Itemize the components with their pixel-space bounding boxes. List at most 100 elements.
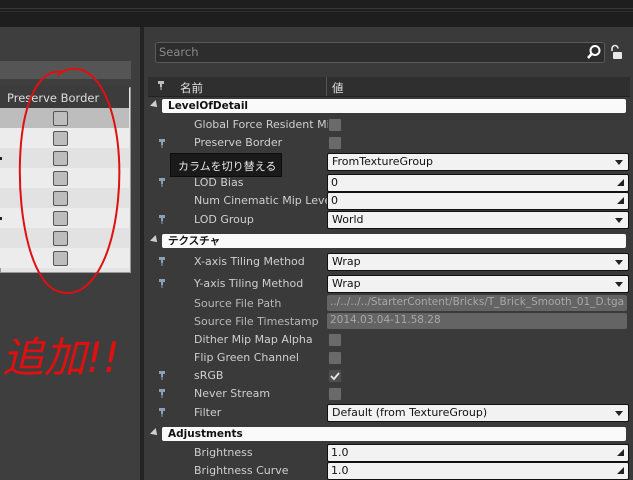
category-label: LevelOfDetail [168, 100, 249, 112]
dropdown-value: World [332, 213, 364, 226]
lod-bias-input[interactable]: 0 [327, 174, 629, 192]
table-row[interactable] [0, 188, 129, 209]
prop-never-stream: Never Stream [194, 387, 271, 400]
table-row[interactable] [0, 108, 129, 129]
tooltip-text: カラムを切り替える [178, 160, 277, 173]
prop-srgb: sRGB [194, 369, 224, 382]
y-tiling-dropdown[interactable]: Wrap [327, 275, 629, 293]
never-stream-checkbox[interactable] [328, 387, 342, 401]
prop-lod-group: LOD Group [194, 213, 254, 226]
drag-handle-icon[interactable] [616, 466, 625, 475]
mip-gen-settings-dropdown[interactable]: FromTextureGroup [327, 153, 629, 171]
preserve-border-checkbox[interactable] [53, 151, 68, 166]
pin-icon[interactable] [158, 278, 166, 288]
dropdown-value: Default (from TextureGroup) [332, 406, 488, 419]
preserve-border-checkbox[interactable] [53, 111, 68, 126]
chevron-down-icon [615, 160, 623, 165]
prop-brightness: Brightness [194, 446, 253, 459]
preserve-border-checkbox[interactable] [53, 131, 68, 146]
prop-lod-bias: LOD Bias [194, 176, 244, 189]
dropdown-value: FromTextureGroup [332, 155, 434, 168]
num-cinematic-mip-levels-input[interactable]: 0 [327, 192, 629, 210]
prop-flip-green-channel: Flip Green Channel [194, 351, 299, 364]
toggle-columns-tooltip: カラムを切り替える [170, 153, 282, 177]
prop-preserve-border: Preserve Border [194, 136, 283, 149]
flip-green-channel-checkbox[interactable] [328, 351, 342, 365]
pin-icon[interactable] [157, 80, 165, 90]
prop-y-axis-tiling-method: Y-axis Tiling Method [194, 277, 304, 290]
prop-source-file-path: Source File Path [194, 297, 282, 310]
property-column-header [148, 77, 630, 97]
dither-mip-map-alpha-checkbox[interactable] [328, 333, 342, 347]
global-force-resident-mip-checkbox[interactable] [328, 118, 342, 132]
table-row[interactable] [0, 208, 129, 229]
texture-list-rows [0, 108, 129, 271]
lod-group-dropdown[interactable]: World [327, 211, 629, 229]
prop-brightness-curve: Brightness Curve [194, 464, 289, 477]
collapse-arrow-icon[interactable] [150, 428, 160, 438]
checkmark-icon [330, 372, 340, 381]
number-value: 1.0 [331, 446, 349, 459]
category-level-of-detail[interactable]: LevelOfDetail [150, 99, 628, 113]
preserve-border-checkbox[interactable] [53, 251, 68, 266]
readonly-value: 2014.03.04-11.58.28 [330, 314, 441, 326]
column-header-preserve-border[interactable]: Preserve Border [0, 87, 129, 109]
table-row[interactable] [0, 168, 129, 189]
table-row[interactable] [0, 128, 129, 149]
pin-icon[interactable] [158, 407, 166, 417]
pin-icon[interactable] [158, 214, 166, 224]
column-value-header[interactable]: 値 [332, 80, 344, 96]
search-box[interactable] [155, 42, 605, 63]
prop-global-force-resident-mip: Global Force Resident Mip [194, 118, 337, 131]
preserve-border-checkbox[interactable] [53, 231, 68, 246]
table-row[interactable] [0, 148, 129, 169]
brightness-input[interactable]: 1.0 [327, 444, 629, 462]
x-tiling-dropdown[interactable]: Wrap [327, 253, 629, 271]
category-texture[interactable]: テクスチャ [150, 234, 628, 248]
pin-icon[interactable] [158, 177, 166, 187]
source-file-timestamp-field[interactable]: 2014.03.04-11.58.28 [327, 313, 627, 329]
preserve-border-checkbox[interactable] [328, 136, 342, 150]
table-row[interactable] [0, 248, 129, 268]
number-value: 0 [331, 194, 338, 207]
prop-filter: Filter [194, 406, 222, 419]
search-icon[interactable] [586, 44, 602, 60]
chevron-down-icon [615, 218, 623, 223]
prop-source-file-timestamp: Source File Timestamp [194, 315, 319, 328]
chevron-down-icon [615, 260, 623, 265]
row-marker [0, 217, 2, 220]
drag-handle-icon[interactable] [616, 178, 625, 187]
collapse-arrow-icon[interactable] [150, 100, 160, 110]
collapse-arrow-icon[interactable] [150, 235, 160, 245]
pin-icon[interactable] [158, 388, 166, 398]
filter-dropdown[interactable]: Default (from TextureGroup) [327, 404, 629, 422]
preserve-border-checkbox[interactable] [53, 211, 68, 226]
srgb-checkbox[interactable] [328, 369, 342, 383]
preserve-border-checkbox[interactable] [53, 191, 68, 206]
left-panel-toolbar [0, 61, 131, 79]
dropdown-value: Wrap [332, 255, 361, 268]
pin-icon[interactable] [158, 370, 166, 380]
column-name-header[interactable]: 名前 [180, 80, 203, 96]
dropdown-value: Wrap [332, 277, 361, 290]
row-marker [0, 157, 2, 160]
search-input[interactable] [159, 45, 579, 59]
top-toolbar-strip [0, 0, 633, 28]
lock-icon[interactable] [608, 44, 624, 60]
pin-icon[interactable] [158, 138, 166, 148]
pin-icon[interactable] [158, 256, 166, 266]
brightness-curve-input[interactable]: 1.0 [327, 462, 629, 480]
category-label: Adjustments [168, 428, 243, 440]
chevron-down-icon [615, 282, 623, 287]
source-file-path-field[interactable]: ../../../../StarterContent/Bricks/T_Bric… [327, 295, 627, 311]
chevron-down-icon [615, 411, 623, 416]
category-label: テクスチャ [168, 235, 221, 247]
prop-dither-mip-map-alpha: Dither Mip Map Alpha [194, 333, 313, 346]
preserve-border-checkbox[interactable] [53, 171, 68, 186]
table-row[interactable] [0, 228, 129, 249]
column-separator[interactable] [326, 77, 327, 96]
column-header-label: Preserve Border [7, 91, 100, 105]
category-adjustments[interactable]: Adjustments [150, 427, 628, 441]
drag-handle-icon[interactable] [616, 448, 625, 457]
drag-handle-icon[interactable] [616, 196, 625, 205]
